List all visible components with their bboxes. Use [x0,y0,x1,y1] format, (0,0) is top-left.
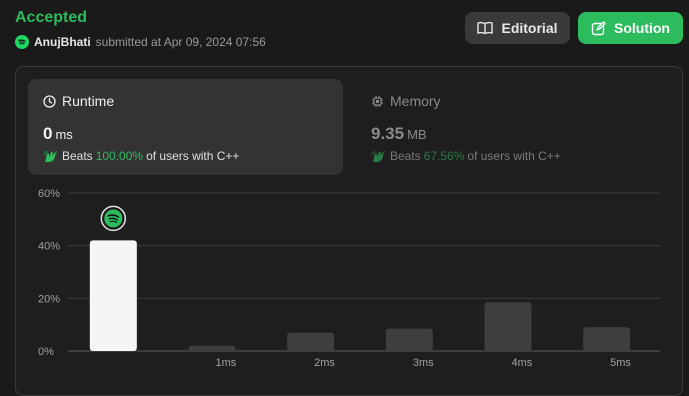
bar[interactable] [188,345,236,351]
bar[interactable] [287,332,335,351]
bar[interactable] [583,327,631,351]
x-tick-label: 2ms [314,357,335,369]
y-tick-label: 20% [38,293,60,305]
runtime-distribution-chart: 0% 20% 40% 60% 1ms 2ms 3ms 4ms 5ms [38,188,660,369]
x-tick-label: 1ms [216,357,237,369]
bar[interactable] [484,302,532,351]
y-tick-label: 40% [38,241,60,253]
bar[interactable] [385,328,433,351]
x-tick-label: 5ms [610,357,631,369]
x-tick-label: 3ms [413,357,434,369]
x-tick-label: 4ms [512,357,533,369]
bar-selected[interactable] [89,240,137,351]
y-tick-label: 60% [38,188,60,200]
y-tick-label: 0% [38,346,54,358]
